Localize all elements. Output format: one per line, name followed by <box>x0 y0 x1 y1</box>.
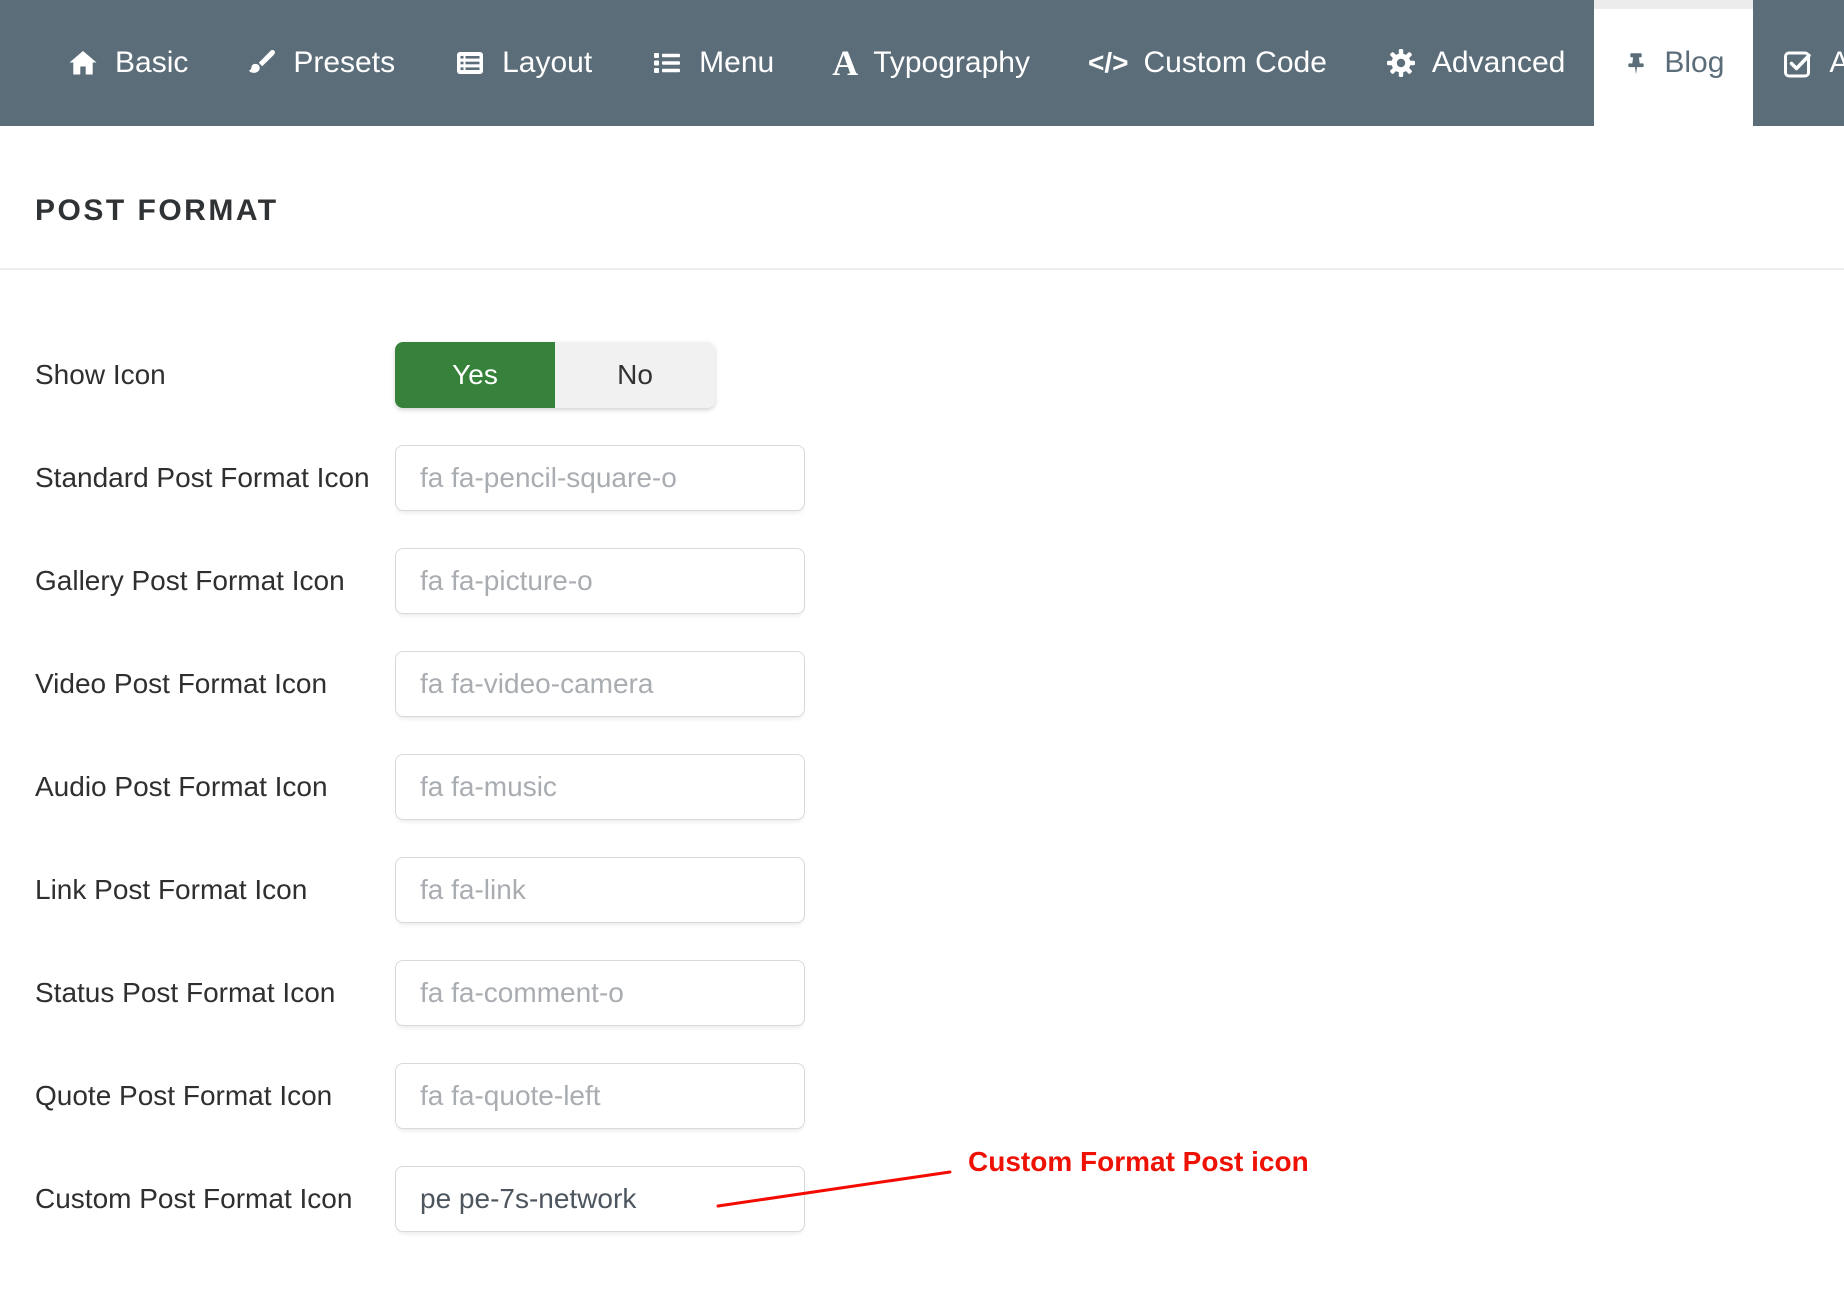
tab-label: Basic <box>115 46 188 80</box>
field-label: Video Post Format Icon <box>0 668 395 700</box>
check-square-icon <box>1782 47 1814 79</box>
tab-label: Advanced <box>1432 46 1565 80</box>
field-row: Video Post Format Icon <box>0 651 1844 717</box>
field-row: Custom Post Format Icon <box>0 1166 1844 1232</box>
tab-basic[interactable]: Basic <box>37 0 217 126</box>
gear-icon <box>1385 47 1417 79</box>
field-label: Gallery Post Format Icon <box>0 565 395 597</box>
gallery-post-format-icon-input[interactable] <box>395 548 805 614</box>
tab-label: Layout <box>502 46 592 80</box>
tab-menu[interactable]: Menu <box>621 0 803 126</box>
layout-icon <box>453 47 487 79</box>
brush-icon <box>246 47 278 79</box>
tab-label: Blog <box>1664 46 1724 80</box>
show-icon-toggle: Yes No <box>395 342 715 408</box>
status-post-format-icon-input[interactable] <box>395 960 805 1026</box>
field-row: Link Post Format Icon <box>0 857 1844 923</box>
audio-post-format-icon-input[interactable] <box>395 754 805 820</box>
field-label: Audio Post Format Icon <box>0 771 395 803</box>
home-icon <box>66 47 100 79</box>
field-label: Standard Post Format Icon <box>0 462 395 494</box>
quote-post-format-icon-input[interactable] <box>395 1063 805 1129</box>
show-icon-row: Show Icon Yes No <box>0 342 1844 408</box>
tab-label: Presets <box>293 46 395 80</box>
tab-layout[interactable]: Layout <box>424 0 621 126</box>
field-row: Standard Post Format Icon <box>0 445 1844 511</box>
pin-icon <box>1623 47 1649 79</box>
link-post-format-icon-input[interactable] <box>395 857 805 923</box>
tab-label: Typography <box>873 46 1030 80</box>
tab-advanced[interactable]: Advanced <box>1356 0 1594 126</box>
typography-icon: A <box>832 45 858 81</box>
standard-post-format-icon-input[interactable] <box>395 445 805 511</box>
page-title: POST FORMAT <box>35 194 279 228</box>
annotation-text: Custom Format Post icon <box>968 1146 1309 1178</box>
field-label: Quote Post Format Icon <box>0 1080 395 1112</box>
tab-typography[interactable]: A Typography <box>803 0 1059 126</box>
show-icon-label: Show Icon <box>0 359 395 391</box>
tab-label: Assignment <box>1829 46 1844 80</box>
tab-assignment[interactable]: Assignment <box>1753 0 1844 126</box>
section-header: POST FORMAT <box>0 126 1844 270</box>
field-label: Custom Post Format Icon <box>0 1183 395 1215</box>
tab-label: Custom Code <box>1143 46 1326 80</box>
tab-label: Menu <box>699 46 774 80</box>
post-format-form: Show Icon Yes No Standard Post Format Ic… <box>0 270 1844 1232</box>
custom-post-format-icon-input[interactable] <box>395 1166 805 1232</box>
field-row: Status Post Format Icon <box>0 960 1844 1026</box>
show-icon-no-button[interactable]: No <box>555 342 715 408</box>
field-label: Status Post Format Icon <box>0 977 395 1009</box>
field-row: Quote Post Format Icon <box>0 1063 1844 1129</box>
show-icon-yes-button[interactable]: Yes <box>395 342 555 408</box>
tab-presets[interactable]: Presets <box>217 0 424 126</box>
menu-list-icon <box>650 47 684 79</box>
field-row: Gallery Post Format Icon <box>0 548 1844 614</box>
video-post-format-icon-input[interactable] <box>395 651 805 717</box>
tab-blog-active[interactable]: Blog <box>1594 0 1753 126</box>
tab-custom-code[interactable]: </> Custom Code <box>1059 0 1356 126</box>
field-row: Audio Post Format Icon <box>0 754 1844 820</box>
field-label: Link Post Format Icon <box>0 874 395 906</box>
top-navbar: Basic Presets Layout <box>0 0 1844 126</box>
code-icon: </> <box>1088 49 1128 77</box>
